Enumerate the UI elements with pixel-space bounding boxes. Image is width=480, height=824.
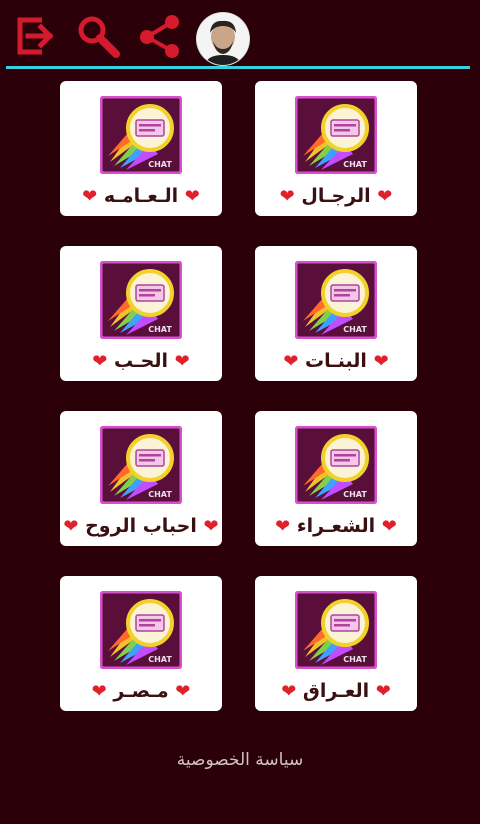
svg-text:CHAT: CHAT [343,325,367,334]
heart-icon: ❤ [375,681,391,702]
room-card-general[interactable]: CHAT ❤ الـعـامـه ❤ [60,81,222,216]
heart-icon: ❤ [275,516,291,537]
svg-text:CHAT: CHAT [148,325,172,334]
room-label: ❤ الحـب ❤ [92,350,190,372]
room-label: ❤ مـصـر ❤ [91,680,191,702]
top-toolbar [0,0,480,68]
heart-icon: ❤ [281,681,297,702]
heart-icon: ❤ [184,186,200,207]
chat-logo-icon: CHAT [294,425,378,505]
heart-icon: ❤ [279,186,295,207]
chat-logo-icon: CHAT [99,95,183,175]
heart-icon: ❤ [82,186,98,207]
heart-icon: ❤ [377,186,393,207]
chat-logo-icon: CHAT [99,425,183,505]
room-label: ❤ الـعـامـه ❤ [82,185,200,207]
chat-logo-icon: CHAT [294,260,378,340]
room-label: ❤ البنـات ❤ [283,350,389,372]
svg-text:CHAT: CHAT [148,655,172,664]
heart-icon: ❤ [381,516,397,537]
heart-icon: ❤ [203,516,219,537]
search-icon[interactable] [76,14,120,58]
room-card-iraq[interactable]: CHAT ❤ العـراق ❤ [255,576,417,711]
heart-icon: ❤ [91,681,107,702]
svg-text:CHAT: CHAT [343,160,367,169]
header-divider [6,66,470,69]
heart-icon: ❤ [175,681,191,702]
exit-icon[interactable] [14,14,54,58]
heart-icon: ❤ [174,351,190,372]
svg-text:CHAT: CHAT [343,490,367,499]
room-label: ❤ الشعـراء ❤ [275,515,397,537]
share-icon[interactable] [138,14,179,58]
heart-icon: ❤ [63,516,79,537]
heart-icon: ❤ [92,351,108,372]
heart-icon: ❤ [283,351,299,372]
room-card-girls[interactable]: CHAT ❤ البنـات ❤ [255,246,417,381]
svg-text:CHAT: CHAT [343,655,367,664]
room-card-egypt[interactable]: CHAT ❤ مـصـر ❤ [60,576,222,711]
room-label: ❤ احباب الروح ❤ [63,515,219,537]
room-card-men[interactable]: CHAT ❤ الرجـال ❤ [255,81,417,216]
chat-logo-icon: CHAT [99,590,183,670]
room-label: ❤ الرجـال ❤ [279,185,393,207]
heart-icon: ❤ [373,351,389,372]
room-label: ❤ العـراق ❤ [281,680,391,702]
chat-logo-icon: CHAT [294,590,378,670]
svg-text:CHAT: CHAT [148,490,172,499]
privacy-policy-link[interactable]: سياسة الخصوصية [0,750,480,770]
svg-text:CHAT: CHAT [148,160,172,169]
room-card-poets[interactable]: CHAT ❤ الشعـراء ❤ [255,411,417,546]
avatar[interactable] [197,13,249,65]
room-card-soulmates[interactable]: CHAT ❤ احباب الروح ❤ [60,411,222,546]
room-card-love[interactable]: CHAT ❤ الحـب ❤ [60,246,222,381]
chat-logo-icon: CHAT [294,95,378,175]
chat-logo-icon: CHAT [99,260,183,340]
